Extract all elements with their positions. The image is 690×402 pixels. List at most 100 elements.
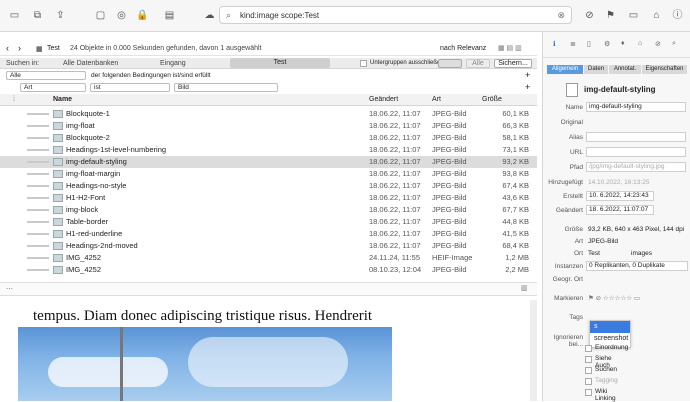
tab-data[interactable]: Daten: [584, 65, 608, 74]
col-kind[interactable]: Art: [432, 96, 441, 103]
col-date[interactable]: Geändert: [369, 96, 398, 103]
preview-settings-icon[interactable]: ▥: [521, 284, 528, 292]
table-row[interactable]: img-block 18.06.22, 11:07 JPEG-Bild 67,7 KB: [0, 204, 537, 216]
ignore-checkbox[interactable]: [585, 378, 592, 385]
add-condition-icon-2[interactable]: +: [525, 82, 530, 92]
tab-properties[interactable]: Eigenschaften: [642, 65, 687, 74]
flag-icon[interactable]: ⚑: [604, 9, 617, 22]
tag-icon[interactable]: ⌂: [650, 9, 663, 22]
lock-icon[interactable]: 🔒: [136, 9, 149, 22]
table-row[interactable]: Blockquote-2 18.06.22, 11:07 JPEG-Bild 58,1…: [0, 132, 537, 144]
scope-test[interactable]: Test: [230, 58, 330, 68]
forward-icon[interactable]: ›: [18, 43, 21, 53]
ignore-checkbox[interactable]: [585, 389, 592, 396]
value-select[interactable]: Bild: [174, 83, 278, 92]
table-row[interactable]: Headings-2nd-moved 18.06.22, 11:07 JPEG-Bi…: [0, 240, 537, 252]
url-field[interactable]: [586, 147, 686, 157]
clear-search-icon[interactable]: ⊗: [557, 10, 565, 21]
general-info-icon[interactable]: ℹ: [553, 40, 556, 48]
back-icon[interactable]: ‹: [6, 43, 9, 53]
bulb-icon[interactable]: ♦: [621, 40, 625, 47]
layout-icon[interactable]: ▤: [163, 9, 176, 22]
thumbnail-icon: [53, 158, 63, 166]
new-window-icon[interactable]: ⧉: [31, 9, 44, 22]
mark-label: Markieren: [554, 295, 583, 302]
sort-select[interactable]: nach Relevanz: [440, 45, 486, 52]
more-icon[interactable]: ⋯: [6, 285, 13, 293]
tab-general[interactable]: Allgemein: [547, 65, 583, 74]
table-row[interactable]: img-default-styling 18.06.22, 11:07 JPEG-B…: [0, 156, 537, 168]
match-select[interactable]: Alle: [6, 71, 86, 80]
field-select[interactable]: Art: [20, 83, 86, 92]
cell-name: Table-border: [66, 217, 109, 226]
table-row[interactable]: img-float-margin 18.06.22, 11:07 JPEG-Bild…: [0, 168, 537, 180]
add-condition-icon[interactable]: +: [525, 70, 530, 80]
cube-icon[interactable]: ▢: [94, 9, 107, 22]
gear-icon[interactable]: ⚙: [604, 40, 610, 48]
ignore-checkbox[interactable]: [585, 367, 592, 374]
exclude-subgroups-checkbox[interactable]: [360, 60, 367, 67]
target-icon[interactable]: ◎: [115, 9, 128, 22]
label-indicator: [27, 173, 49, 175]
table-header: ⁞ Name Geändert Art Größe: [0, 94, 537, 106]
ignore-icon[interactable]: ⊘: [583, 9, 596, 22]
table-row[interactable]: img-float 18.06.22, 11:07 JPEG-Bild 66,3 KB: [0, 120, 537, 132]
ignore-checkbox[interactable]: [585, 356, 592, 363]
table-row[interactable]: H1-H2-Font 18.06.22, 11:07 JPEG-Bild 43,6 K…: [0, 192, 537, 204]
modified-field[interactable]: 18. 6.2022, 11:07:07: [586, 205, 654, 215]
toolbar: ▭ ⧉ ⇪ ▢ ◎ 🔒 ▤ ☁ ⌕ kind:image scope:Test …: [0, 0, 690, 32]
table-row[interactable]: IMG_4252 08.10.23, 12:04 JPEG-Bild 2,2 MB: [0, 264, 537, 276]
search-field[interactable]: ⌕ kind:image scope:Test ⊗: [219, 6, 572, 24]
table-row[interactable]: Table-border 18.06.22, 11:07 JPEG-Bild 44,8…: [0, 216, 537, 228]
ignore-list: Einordnung Siehe Auch Suchen Tagging Wiki Li…: [585, 344, 685, 402]
tag-option-s[interactable]: s: [590, 321, 630, 333]
sidebar-toggle-icon[interactable]: ▭: [8, 9, 21, 22]
view-icons[interactable]: ▦ ▤ ▥: [498, 44, 522, 52]
search-related-icon[interactable]: ⌕: [672, 40, 676, 48]
search-query[interactable]: kind:image scope:Test: [240, 11, 319, 20]
preview-text: tempus. Diam donec adipiscing tristique …: [33, 308, 373, 324]
info-icon[interactable]: ⓘ: [671, 9, 684, 22]
operator-select[interactable]: ist: [90, 83, 170, 92]
table-row[interactable]: IMG_4252 24.11.24, 11:55 HEIF-Image 1,2 MB: [0, 252, 537, 264]
comment-icon[interactable]: ▭: [627, 9, 640, 22]
ignore-label-text: Wiki Linking: [595, 388, 616, 402]
col-size[interactable]: Größe: [482, 96, 502, 103]
cell-size: 93,8 KB: [502, 169, 529, 178]
cell-kind: JPEG-Bild: [432, 229, 467, 238]
tag-icon-2[interactable]: ⌂: [638, 40, 642, 47]
name-field[interactable]: img-default-styling: [586, 102, 686, 112]
doc-icon[interactable]: ▯: [587, 40, 591, 48]
settings-button[interactable]: [438, 59, 462, 68]
file-list: Blockquote-1 18.06.22, 11:07 JPEG-Bild 60,1…: [0, 108, 537, 278]
preview-toolbar: ⋯ ▥: [0, 282, 537, 296]
created-field[interactable]: 10. 6.2022, 14:23:43: [586, 191, 654, 201]
tab-annotation[interactable]: Annotat.: [609, 65, 641, 74]
path-field[interactable]: /jpg/img-default-styling.jpg: [586, 162, 686, 172]
table-row[interactable]: H1-red-underline 18.06.22, 11:07 JPEG-Bild…: [0, 228, 537, 240]
link-icon[interactable]: ⊘: [655, 40, 661, 48]
table-row[interactable]: Blockquote-1 18.06.22, 11:07 JPEG-Bild 60,1…: [0, 108, 537, 120]
preview-scrollbar[interactable]: [530, 300, 537, 401]
location-group[interactable]: images: [631, 250, 652, 257]
alias-field[interactable]: [586, 132, 686, 142]
location-db[interactable]: Test: [588, 250, 600, 257]
cell-date: 24.11.24, 11:55: [369, 253, 421, 262]
table-row[interactable]: Headings-no-style 18.06.22, 11:07 JPEG-Bil…: [0, 180, 537, 192]
table-row[interactable]: Headings-1st-level-numbering 18.06.22, 11…: [0, 144, 537, 156]
flag-column-icon[interactable]: ⁞: [13, 96, 15, 103]
cell-date: 18.06.22, 11:07: [369, 109, 421, 118]
scope-all-databases[interactable]: Alle Datenbanken: [63, 60, 118, 67]
list-icon[interactable]: ≣: [570, 40, 576, 48]
save-search-button[interactable]: Sichern...: [494, 59, 532, 68]
instances-select[interactable]: 0 Replikanten, 0 Duplikate: [586, 261, 688, 271]
share-icon[interactable]: ⇪: [54, 9, 67, 22]
col-name[interactable]: Name: [53, 96, 72, 103]
cell-name: H1-red-underline: [66, 229, 123, 238]
ignore-checkbox[interactable]: [585, 345, 592, 352]
cell-name: H1-H2-Font: [66, 193, 106, 202]
all-button[interactable]: Alle: [466, 59, 490, 68]
rating-stars[interactable]: ⚑ ⊘ ☆☆☆☆☆ ▭: [588, 294, 640, 302]
cloud-icon[interactable]: ☁: [203, 9, 216, 22]
scope-inbox[interactable]: Eingang: [160, 60, 186, 67]
